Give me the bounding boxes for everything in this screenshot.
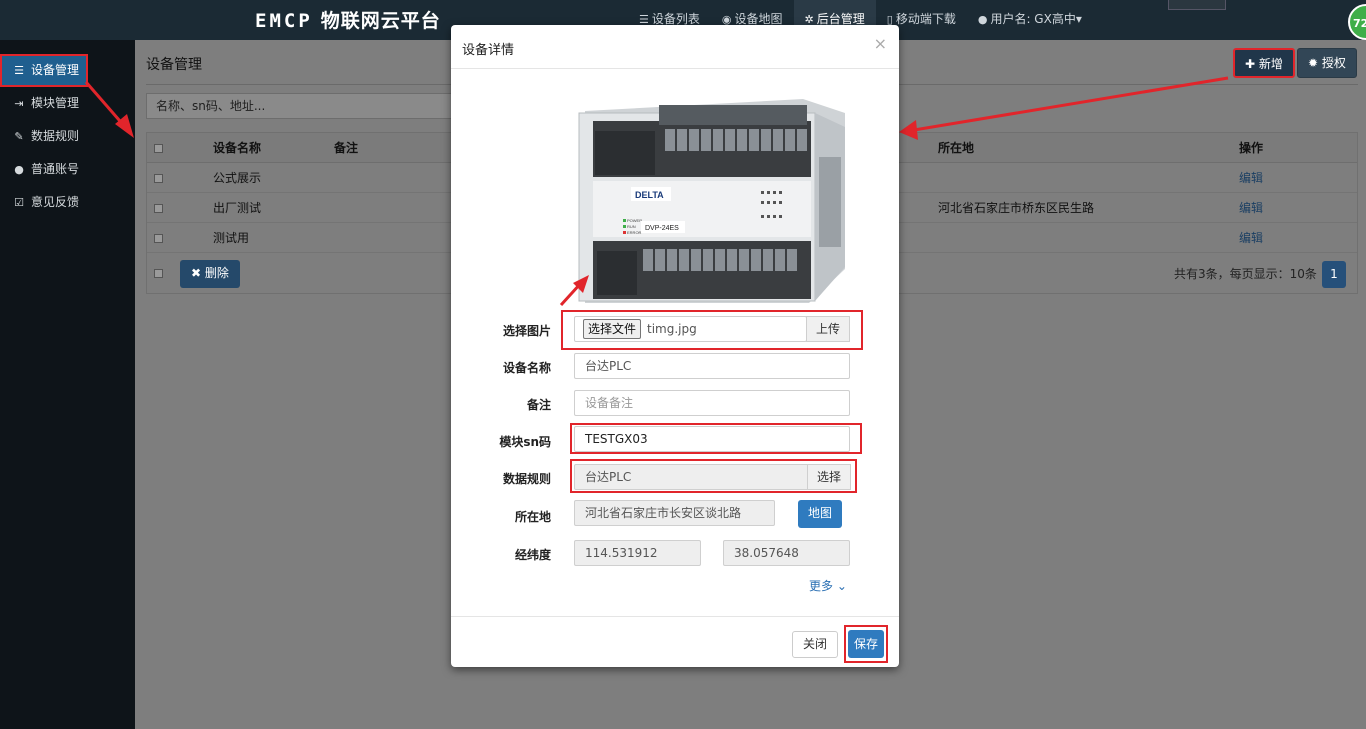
data-rule-input: 台达PLC: [574, 464, 809, 490]
footer-checkbox[interactable]: [154, 266, 163, 280]
save-label: 保存: [848, 630, 884, 658]
select-rule-button[interactable]: 选择: [807, 464, 852, 490]
list-icon: ☰: [14, 64, 24, 77]
sidebar-item-label: 意见反馈: [31, 195, 80, 209]
sidebar-item-label: 设备管理: [31, 63, 80, 77]
close-button[interactable]: 关闭: [792, 631, 839, 658]
rule-label: 数据规则: [502, 472, 551, 486]
column-header-remark: 备注: [334, 141, 359, 155]
select-all-checkbox[interactable]: [154, 133, 163, 163]
plus-icon: ✚: [1245, 57, 1259, 71]
edit-link[interactable]: 编辑: [1239, 193, 1263, 223]
nav-label: 设备列表: [651, 12, 700, 26]
logo-mark: EMCP: [255, 10, 313, 32]
row-location: 河北省石家庄市桥东区民生路: [938, 201, 1095, 215]
nav-label: 后台管理: [816, 12, 865, 26]
sidebar-item-normal-account[interactable]: ● 普通账号: [0, 153, 135, 186]
more-label: 更多: [809, 579, 834, 593]
more-toggle[interactable]: 更多 ⌄: [809, 577, 847, 594]
gear-icon: ✹: [1308, 56, 1322, 70]
row-checkbox[interactable]: [154, 163, 163, 193]
button-label: 删除: [204, 266, 229, 280]
row-checkbox[interactable]: [154, 223, 163, 253]
column-header-location: 所在地: [938, 141, 975, 155]
sidebar-item-label: 数据规则: [31, 129, 80, 143]
sidebar-item-device-management[interactable]: ☰ 设备管理: [0, 54, 88, 87]
edit-link[interactable]: 编辑: [1239, 163, 1263, 193]
row-name: 测试用: [213, 231, 250, 245]
page-title: 设备管理: [146, 57, 202, 73]
row-name: 出厂测试: [213, 201, 262, 215]
sidebar-item-label: 模块管理: [31, 96, 80, 110]
location-input: 河北省石家庄市长安区谈北路: [574, 500, 775, 526]
sidebar-item-feedback[interactable]: ☑ 意见反馈: [0, 186, 135, 219]
floating-badge[interactable]: 72: [1348, 4, 1366, 40]
chevron-down-icon: ⌄: [836, 579, 847, 593]
sn-label: 模块sn码: [499, 435, 551, 449]
add-device-button[interactable]: ✚ 新增: [1233, 48, 1295, 78]
search-input[interactable]: 名称、sn码、地址...: [146, 93, 466, 119]
longitude-input: 114.531912: [574, 540, 701, 566]
image-label: 选择图片: [502, 324, 551, 338]
button-label: 新增: [1258, 57, 1283, 71]
logo[interactable]: EMCP 物联网云平台: [255, 6, 441, 33]
delete-button[interactable]: ✖ 删除: [180, 260, 240, 288]
remark-input[interactable]: 设备备注: [574, 390, 850, 416]
save-button[interactable]: 保存: [844, 625, 888, 663]
location-label: 所在地: [514, 510, 551, 524]
nav-label: 用户名: GX高中▾: [990, 12, 1082, 26]
device-led-label: POWER: [627, 218, 642, 223]
modal-footer: 关闭 保存: [451, 616, 899, 667]
sidebar-item-module-management[interactable]: ⇥ 模块管理: [0, 87, 135, 120]
sidebar-item-label: 普通账号: [31, 162, 80, 176]
device-led-label: ERROR: [627, 230, 642, 235]
page-button-1[interactable]: 1: [1322, 261, 1346, 288]
user-icon: ●: [14, 163, 24, 176]
pencil-icon: ✎: [14, 130, 24, 143]
row-name: 公式展示: [213, 171, 262, 185]
device-name-input[interactable]: 台达PLC: [574, 353, 850, 379]
row-checkbox[interactable]: [154, 193, 163, 223]
modal-title: 设备详情: [462, 43, 515, 58]
file-input[interactable]: 选择文件 timg.jpg: [574, 316, 807, 342]
sidebar-item-data-rules[interactable]: ✎ 数据规则: [0, 120, 135, 153]
close-icon[interactable]: ×: [874, 34, 887, 53]
column-header-name: 设备名称: [213, 141, 262, 155]
upload-button[interactable]: 上传: [806, 316, 851, 342]
arrow-image: [559, 275, 589, 307]
device-detail-modal: 设备详情 × DELTA POWER RUN ERROR DVP-24ES 选择…: [451, 25, 899, 667]
logo-text: 物联网云平台: [320, 10, 441, 32]
close-icon: ✖: [191, 266, 205, 280]
device-model: DVP-24ES: [645, 225, 679, 232]
latitude-input: 38.057648: [723, 540, 850, 566]
device-image: DELTA POWER RUN ERROR DVP-24ES: [578, 99, 845, 303]
choose-file-button[interactable]: 选择文件: [583, 319, 642, 339]
nav-label: 设备地图: [734, 12, 783, 26]
remark-label: 备注: [526, 398, 551, 412]
button-label: 授权: [1321, 56, 1346, 70]
sn-input[interactable]: TESTGX03: [574, 426, 850, 452]
device-brand: DELTA: [635, 190, 664, 200]
column-header-action: 操作: [1239, 141, 1264, 155]
coord-label: 经纬度: [514, 548, 551, 562]
authorize-button[interactable]: ✹ 授权: [1297, 48, 1357, 78]
map-button[interactable]: 地图: [798, 500, 843, 528]
top-widget: [1168, 0, 1226, 10]
device-led-label: RUN: [627, 224, 636, 229]
file-name: timg.jpg: [647, 322, 697, 336]
edit-icon: ☑: [14, 196, 24, 209]
sidebar: ☰ 设备管理 ⇥ 模块管理 ✎ 数据规则 ● 普通账号 ☑ 意见反馈: [0, 40, 135, 729]
user-icon: ●: [977, 13, 988, 26]
nav-user-menu[interactable]: ● 用户名: GX高中▾: [967, 0, 1093, 40]
login-icon: ⇥: [14, 97, 24, 110]
name-label: 设备名称: [502, 361, 551, 375]
pagination-info: 共有3条，每页显示：10条: [1174, 267, 1317, 281]
modal-header: 设备详情 ×: [451, 25, 899, 69]
edit-link[interactable]: 编辑: [1239, 223, 1263, 253]
nav-label: 移动端下载: [895, 12, 956, 26]
